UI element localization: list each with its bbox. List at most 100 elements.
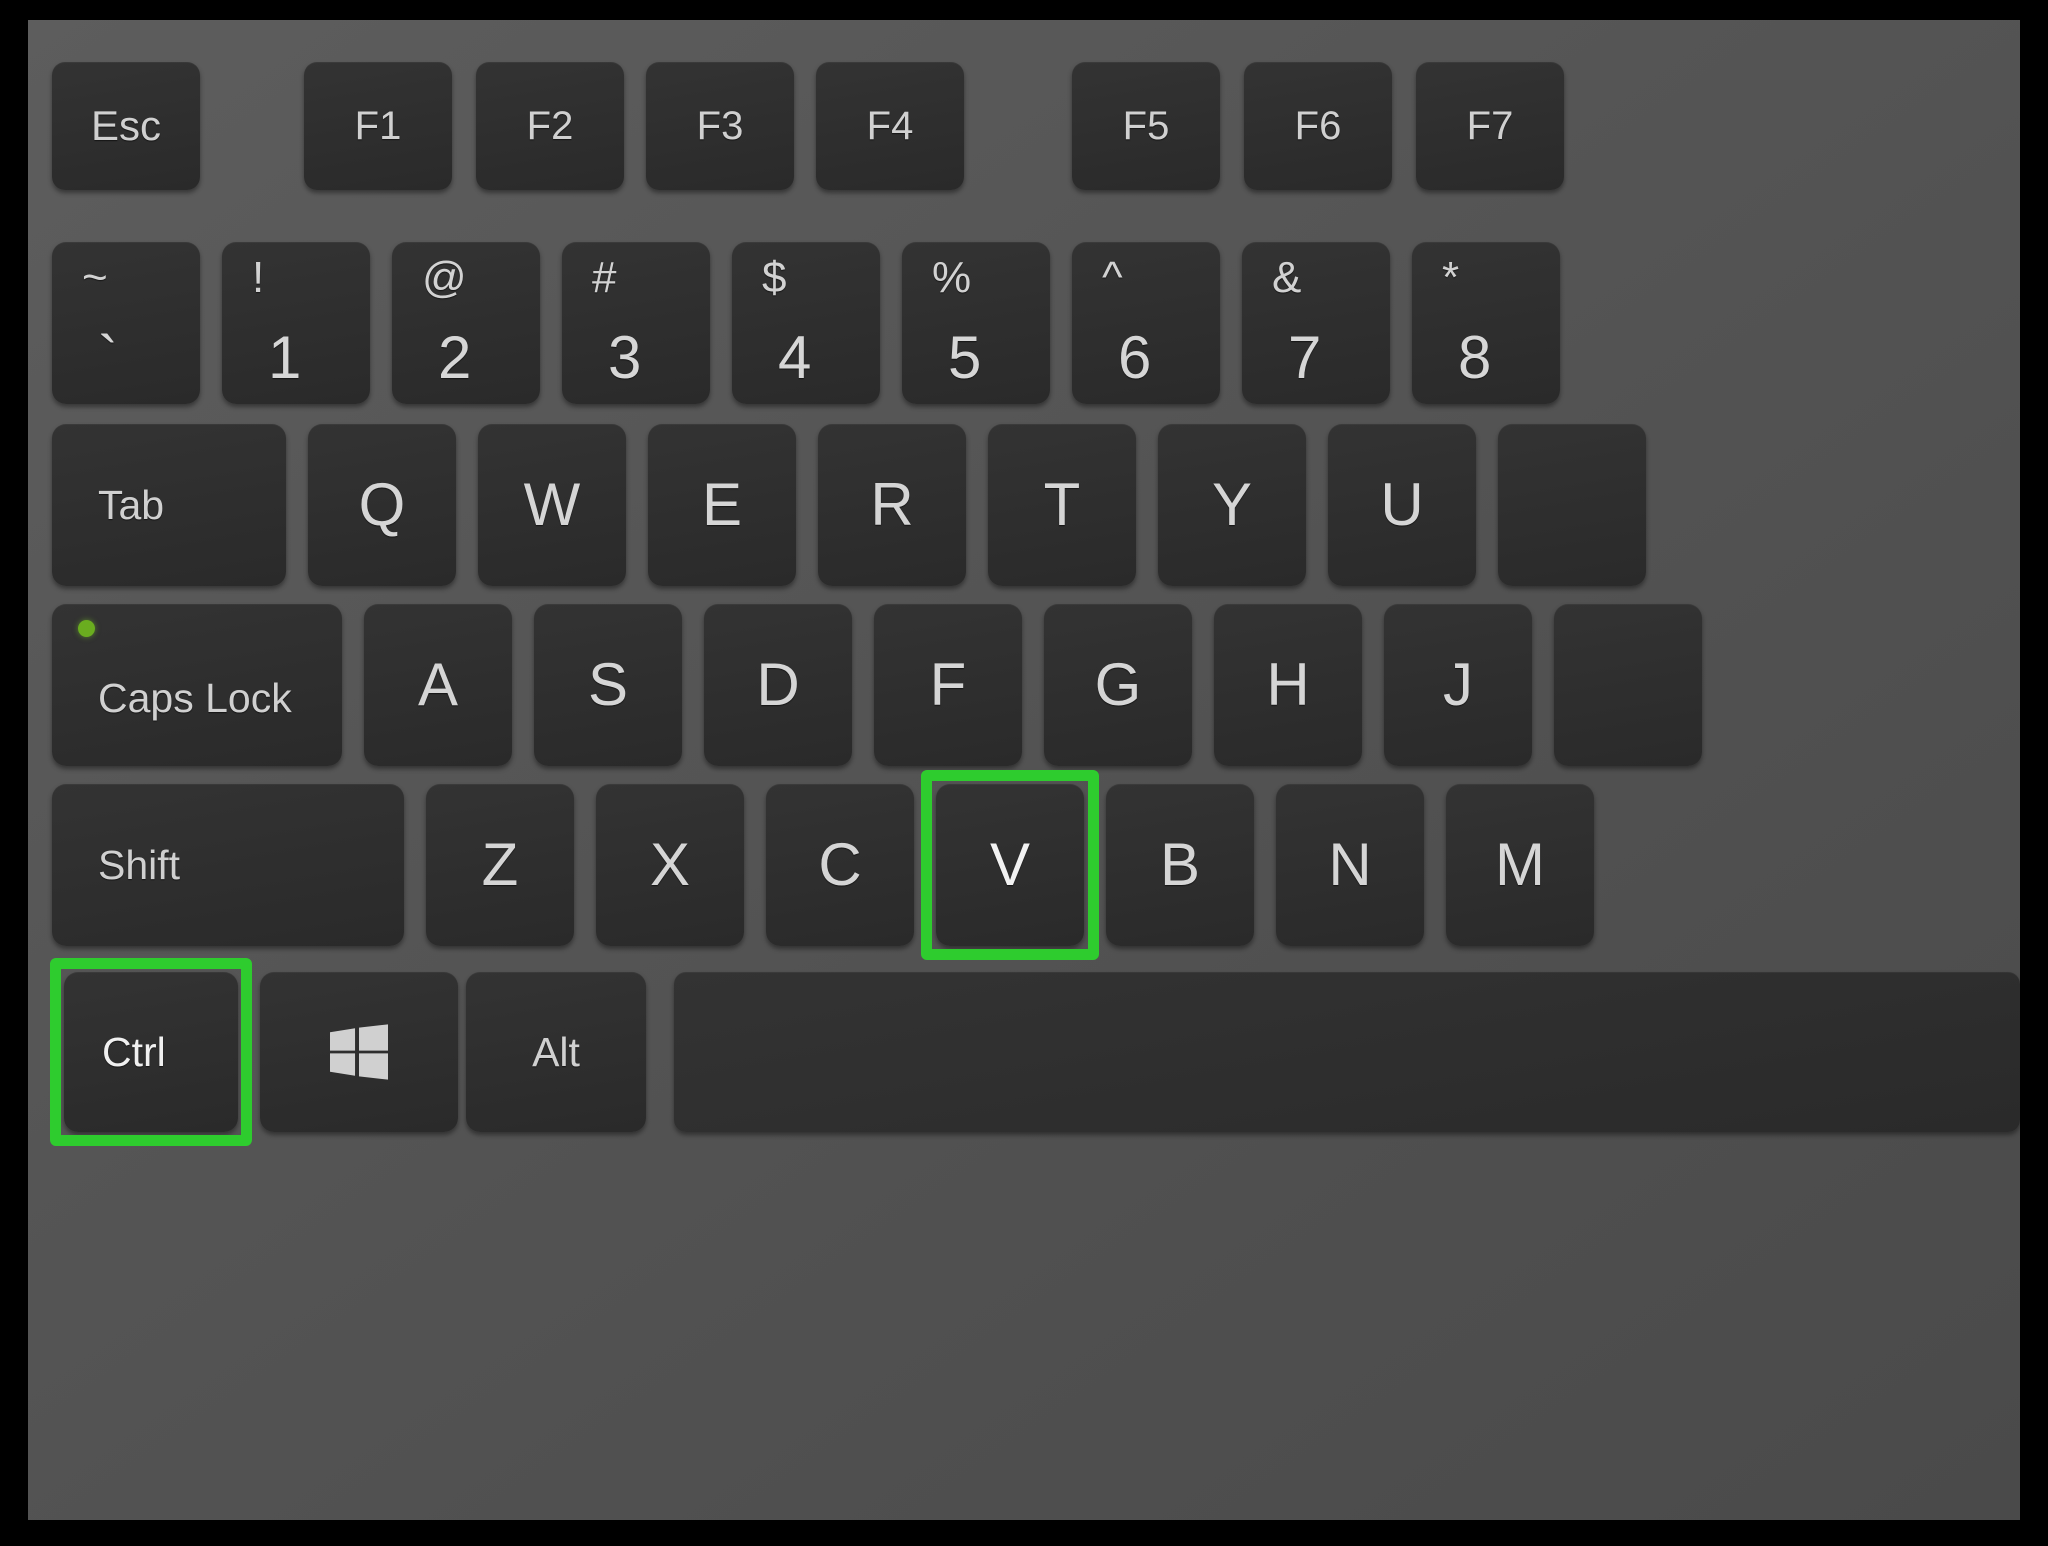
key-legend-shifted: ! <box>252 253 265 302</box>
key-label: F1 <box>354 104 402 148</box>
key-esc[interactable]: Esc <box>52 62 200 190</box>
key-label: H <box>1266 651 1310 718</box>
key-label: E <box>701 471 743 538</box>
key-d[interactable]: D <box>704 604 852 766</box>
key-label: F <box>929 651 967 718</box>
key-label: M <box>1495 831 1545 898</box>
key-alt-left[interactable]: Alt <box>466 972 646 1132</box>
key-legend-base: 3 <box>608 324 642 391</box>
key-5[interactable]: % 5 <box>902 242 1050 404</box>
key-legend-base: 6 <box>1118 324 1152 391</box>
key-label: Tab <box>98 481 165 528</box>
key-3[interactable]: # 3 <box>562 242 710 404</box>
key-f6[interactable]: F6 <box>1244 62 1392 190</box>
key-label: Ctrl <box>102 1028 166 1075</box>
key-legend-shifted: * <box>1442 253 1460 302</box>
key-j[interactable]: J <box>1384 604 1532 766</box>
key-legend-base: ` <box>98 324 118 391</box>
keyboard-image: Esc F1 F2 F3 F4 F5 F6 F7 ~ ` ! 1 @ 2 # 3… <box>0 0 2048 1546</box>
key-legend-base: 4 <box>778 324 812 391</box>
key-label: X <box>649 831 691 898</box>
key-k-partial[interactable] <box>1554 604 1702 766</box>
key-label: F2 <box>526 104 574 148</box>
key-legend-shifted: ~ <box>82 253 108 302</box>
key-label: F7 <box>1466 104 1514 148</box>
key-legend-shifted: $ <box>762 253 787 302</box>
key-8[interactable]: * 8 <box>1412 242 1560 404</box>
key-label: Shift <box>98 841 181 888</box>
key-r[interactable]: R <box>818 424 966 586</box>
key-y[interactable]: Y <box>1158 424 1306 586</box>
key-7[interactable]: & 7 <box>1242 242 1390 404</box>
key-f7[interactable]: F7 <box>1416 62 1564 190</box>
key-z[interactable]: Z <box>426 784 574 946</box>
key-h[interactable]: H <box>1214 604 1362 766</box>
key-label: F4 <box>866 104 914 148</box>
key-4[interactable]: $ 4 <box>732 242 880 404</box>
key-label: R <box>870 471 914 538</box>
key-legend-shifted: @ <box>422 253 467 302</box>
key-label: Esc <box>90 102 161 149</box>
key-label: Z <box>481 831 519 898</box>
keyboard-deck: Esc F1 F2 F3 F4 F5 F6 F7 ~ ` ! 1 @ 2 # 3… <box>28 20 2020 1520</box>
key-label: A <box>417 651 459 718</box>
key-backtick-tilde[interactable]: ~ ` <box>52 242 200 404</box>
key-tab[interactable]: Tab <box>52 424 286 586</box>
key-b[interactable]: B <box>1106 784 1254 946</box>
key-label: W <box>523 471 581 538</box>
key-shift-left[interactable]: Shift <box>52 784 404 946</box>
key-label: B <box>1159 831 1201 898</box>
key-q[interactable]: Q <box>308 424 456 586</box>
key-label: F3 <box>696 104 744 148</box>
key-legend-base: 1 <box>268 324 302 391</box>
key-f5[interactable]: F5 <box>1072 62 1220 190</box>
key-legend-shifted: % <box>932 253 972 302</box>
key-ctrl-left[interactable]: Ctrl <box>64 972 238 1132</box>
key-e[interactable]: E <box>648 424 796 586</box>
key-1[interactable]: ! 1 <box>222 242 370 404</box>
key-label: Q <box>358 471 406 538</box>
key-u[interactable]: U <box>1328 424 1476 586</box>
key-label: D <box>756 651 800 718</box>
key-f[interactable]: F <box>874 604 1022 766</box>
key-x[interactable]: X <box>596 784 744 946</box>
key-legend-base: 5 <box>948 324 982 391</box>
key-label: C <box>818 831 862 898</box>
key-label: N <box>1328 831 1372 898</box>
key-2[interactable]: @ 2 <box>392 242 540 404</box>
key-g[interactable]: G <box>1044 604 1192 766</box>
key-label: F5 <box>1122 104 1170 148</box>
key-f4[interactable]: F4 <box>816 62 964 190</box>
key-a[interactable]: A <box>364 604 512 766</box>
key-label: U <box>1380 471 1424 538</box>
key-f3[interactable]: F3 <box>646 62 794 190</box>
key-legend-base: 7 <box>1288 324 1322 391</box>
key-legend-shifted: & <box>1272 253 1302 302</box>
key-label: G <box>1094 651 1142 718</box>
key-legend-base: 2 <box>438 324 472 391</box>
caps-lock-led-icon <box>78 620 95 637</box>
key-spacebar[interactable] <box>674 972 2020 1132</box>
key-i-partial[interactable] <box>1498 424 1646 586</box>
key-label: Y <box>1211 471 1253 538</box>
key-legend-base: 8 <box>1458 324 1492 391</box>
key-6[interactable]: ^ 6 <box>1072 242 1220 404</box>
key-s[interactable]: S <box>534 604 682 766</box>
key-m[interactable]: M <box>1446 784 1594 946</box>
key-v[interactable]: V <box>936 784 1084 946</box>
key-legend-shifted: ^ <box>1102 253 1123 302</box>
key-f1[interactable]: F1 <box>304 62 452 190</box>
key-label: F6 <box>1294 104 1342 148</box>
key-caps-lock[interactable]: Caps Lock <box>52 604 342 766</box>
key-c[interactable]: C <box>766 784 914 946</box>
key-label: Alt <box>532 1028 580 1075</box>
key-label: S <box>587 651 629 718</box>
key-t[interactable]: T <box>988 424 1136 586</box>
key-legend-shifted: # <box>592 253 617 302</box>
key-f2[interactable]: F2 <box>476 62 624 190</box>
key-w[interactable]: W <box>478 424 626 586</box>
windows-logo-icon <box>330 1024 388 1080</box>
key-n[interactable]: N <box>1276 784 1424 946</box>
key-label: Caps Lock <box>98 674 292 721</box>
key-windows[interactable] <box>260 972 458 1132</box>
